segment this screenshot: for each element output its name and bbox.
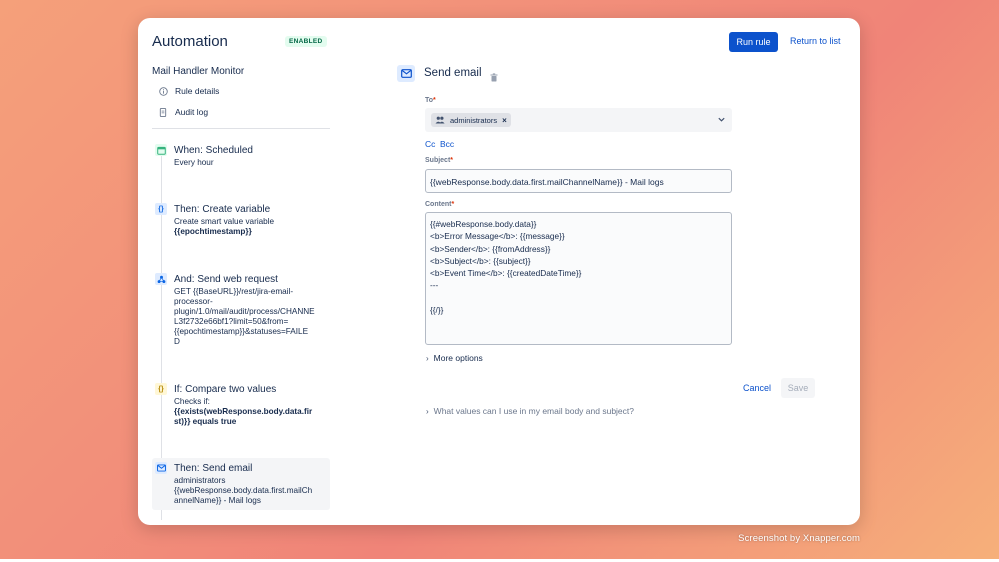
chevron-right-icon: › bbox=[426, 353, 429, 363]
step-desc-line: plugin/1.0/mail/audit/process/CHANNE bbox=[174, 307, 315, 316]
step-desc-bold: st)}} equals true bbox=[174, 417, 237, 426]
rule-name: Mail Handler Monitor bbox=[152, 66, 245, 77]
page-title: Automation bbox=[152, 33, 228, 50]
envelope-icon bbox=[397, 65, 415, 82]
content-line: <b>Subject</b>: {{subject}} bbox=[430, 255, 531, 266]
content-line: <b>Error Message</b>: {{message}} bbox=[430, 231, 565, 242]
step-desc-line: D bbox=[174, 337, 180, 346]
step-desc-line: {{epochtimestamp}}&statuses=FAILE bbox=[174, 327, 309, 336]
panel-title: Send email bbox=[424, 67, 482, 79]
content-line bbox=[430, 292, 727, 304]
content-label: Content* bbox=[425, 201, 455, 208]
subject-label: Subject* bbox=[425, 157, 454, 164]
step-description: Create smart value variable {{epochtimes… bbox=[174, 217, 330, 237]
run-rule-button[interactable]: Run rule bbox=[729, 32, 778, 52]
braces-icon: {} bbox=[155, 383, 167, 395]
content-textarea[interactable]: {{#webResponse.body.data}} <b>Error Mess… bbox=[425, 212, 732, 345]
step-desc-bold: {{exists(webResponse.body.data.fir bbox=[174, 407, 313, 416]
watermark: Screenshot by Xnapper.com bbox=[738, 533, 860, 544]
step-send-email[interactable]: Then: Send email administrators {{webRes… bbox=[152, 458, 330, 510]
help-label: What values can I use in my email body a… bbox=[433, 406, 634, 416]
content-line: <b>Sender</b>: {{fromAddress}} bbox=[430, 243, 551, 254]
cc-link[interactable]: Cc bbox=[425, 139, 435, 149]
sidebar-divider bbox=[152, 128, 330, 129]
content-line: {{#webResponse.body.data}} bbox=[430, 219, 537, 229]
step-title: Then: Send email bbox=[174, 463, 253, 474]
step-create-variable[interactable]: {} Then: Create variable Create smart va… bbox=[152, 203, 330, 243]
sidebar-item-audit-log[interactable]: Audit log bbox=[158, 107, 208, 117]
chevron-right-icon: › bbox=[426, 406, 429, 416]
step-desc-line: processor- bbox=[174, 297, 213, 306]
cancel-button[interactable]: Cancel bbox=[743, 383, 771, 393]
step-desc-bold: {{epochtimestamp}} bbox=[174, 227, 252, 236]
step-compare-two-values[interactable]: {} If: Compare two values Checks if: {{e… bbox=[152, 383, 330, 433]
step-desc-line: {{webResponse.body.data.first.mailCh bbox=[174, 486, 313, 495]
braces-icon: {} bbox=[155, 203, 167, 215]
to-label: To* bbox=[425, 97, 436, 104]
step-title: When: Scheduled bbox=[174, 145, 253, 156]
status-badge: ENABLED bbox=[285, 36, 327, 47]
to-select[interactable]: administrators × bbox=[425, 108, 732, 132]
content-line: {{/}} bbox=[430, 305, 444, 316]
bcc-link[interactable]: Bcc bbox=[440, 139, 454, 149]
step-description: GET {{BaseURL}}/rest/jira-email- process… bbox=[174, 287, 330, 347]
step-description: Every hour bbox=[174, 158, 214, 167]
content-line: <b>Event Time</b>: {{createdDateTime}} bbox=[430, 268, 582, 279]
trash-icon[interactable] bbox=[490, 69, 498, 82]
document-icon bbox=[158, 107, 168, 117]
save-button[interactable]: Save bbox=[781, 378, 815, 398]
sidebar-item-label: Rule details bbox=[175, 86, 220, 96]
step-title: Then: Create variable bbox=[174, 204, 271, 215]
chevron-down-icon[interactable] bbox=[717, 115, 726, 124]
calendar-icon bbox=[155, 144, 167, 156]
return-to-list-link[interactable]: Return to list bbox=[790, 36, 841, 46]
step-title: If: Compare two values bbox=[174, 384, 277, 395]
step-desc-line: L3f2732e66bf1?limit=50&from= bbox=[174, 317, 289, 326]
people-icon bbox=[435, 116, 445, 124]
sidebar-item-label: Audit log bbox=[175, 107, 209, 117]
recipient-chip: administrators × bbox=[431, 113, 511, 127]
webhook-icon bbox=[155, 273, 167, 285]
step-desc-line: GET {{BaseURL}}/rest/jira-email- bbox=[174, 287, 294, 296]
more-options-label: More options bbox=[433, 353, 483, 363]
content-line: --- bbox=[430, 280, 439, 291]
step-when-scheduled[interactable]: When: Scheduled Every hour bbox=[152, 144, 330, 172]
info-icon bbox=[158, 86, 168, 96]
remove-chip-icon[interactable]: × bbox=[502, 116, 507, 125]
step-title: And: Send web request bbox=[174, 274, 278, 285]
recipient-chip-label: administrators bbox=[450, 115, 498, 125]
automation-card: Automation ENABLED Run rule Return to li… bbox=[138, 18, 860, 525]
step-send-web-request[interactable]: And: Send web request GET {{BaseURL}}/re… bbox=[152, 273, 330, 353]
step-description: administrators {{webResponse.body.data.f… bbox=[174, 476, 330, 506]
more-options-toggle[interactable]: › More options bbox=[426, 353, 483, 363]
sidebar-item-rule-details[interactable]: Rule details bbox=[158, 86, 219, 96]
step-desc-line: Create smart value variable bbox=[174, 217, 275, 226]
step-desc-line: Checks if: bbox=[174, 397, 210, 406]
envelope-icon bbox=[155, 462, 167, 474]
step-description: Checks if: {{exists(webResponse.body.dat… bbox=[174, 397, 330, 427]
step-desc-line: administrators bbox=[174, 476, 226, 485]
step-desc-line: annelName}} - Mail logs bbox=[174, 496, 261, 505]
help-toggle[interactable]: › What values can I use in my email body… bbox=[426, 406, 634, 416]
subject-input[interactable]: {{webResponse.body.data.first.mailChanne… bbox=[425, 169, 732, 193]
